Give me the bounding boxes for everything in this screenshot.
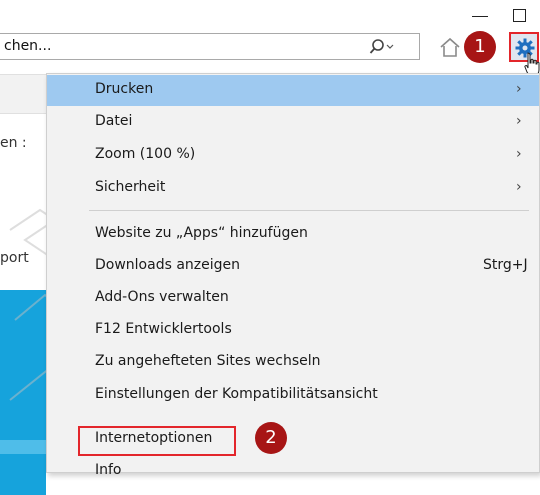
page-text-fragment: port	[0, 250, 29, 266]
step-2-badge: 2	[255, 422, 287, 454]
menu-item-label: Datei	[95, 113, 133, 129]
menu-item-label: Website zu „Apps“ hinzufügen	[95, 225, 308, 241]
home-icon[interactable]	[438, 36, 462, 58]
menu-item-label: F12 Entwicklertools	[95, 321, 232, 337]
step-1-badge: 1	[464, 31, 496, 63]
page-blue-banner	[0, 290, 46, 495]
menu-item-label: Sicherheit	[95, 179, 166, 195]
menu-item-shortcut: Strg+J	[483, 257, 528, 273]
menu-item-zoom[interactable]: Zoom (100 %) ›	[47, 140, 539, 171]
submenu-arrow-icon: ›	[516, 81, 522, 97]
menu-item-sicherheit[interactable]: Sicherheit ›	[47, 173, 539, 204]
menu-item-label: Zu angehefteten Sites wechseln	[95, 353, 321, 369]
menu-item-add-website-to-apps[interactable]: Website zu „Apps“ hinzufügen	[47, 219, 539, 250]
menu-item-datei[interactable]: Datei ›	[47, 107, 539, 138]
page-banner-stripe	[0, 440, 46, 454]
menu-item-label: Info	[95, 462, 122, 478]
menu-item-drucken[interactable]: Drucken ›	[47, 75, 539, 106]
submenu-arrow-icon: ›	[516, 113, 522, 129]
page-text-fragment: en :	[0, 135, 27, 151]
menu-item-pinned-sites[interactable]: Zu angehefteten Sites wechseln	[47, 347, 539, 378]
address-bar[interactable]: chen...	[0, 33, 420, 60]
page-header-strip	[0, 74, 46, 114]
menu-item-devtools[interactable]: F12 Entwicklertools	[47, 315, 539, 346]
menu-item-addons[interactable]: Add-Ons verwalten	[47, 283, 539, 314]
maximize-icon[interactable]	[513, 9, 526, 22]
menu-item-label: Drucken	[95, 81, 154, 97]
menu-item-label: Einstellungen der Kompatibilitätsansicht	[95, 386, 378, 402]
minimize-icon[interactable]	[472, 16, 488, 17]
menu-item-label: Downloads anzeigen	[95, 257, 241, 273]
menu-item-label: Zoom (100 %)	[95, 146, 196, 162]
address-text: chen...	[4, 38, 52, 54]
menu-item-label: Add-Ons verwalten	[95, 289, 229, 305]
internet-options-highlight	[78, 426, 236, 456]
menu-item-compatibility-view[interactable]: Einstellungen der Kompatibilitätsansicht	[47, 380, 539, 411]
submenu-arrow-icon: ›	[516, 146, 522, 162]
tools-menu: Drucken › Datei › Zoom (100 %) › Sicherh…	[46, 73, 540, 478]
menu-separator	[89, 210, 529, 211]
menu-item-info[interactable]: Info	[47, 456, 539, 487]
menu-item-downloads[interactable]: Downloads anzeigen Strg+J	[47, 251, 539, 282]
search-icon[interactable]	[369, 39, 395, 55]
submenu-arrow-icon: ›	[516, 179, 522, 195]
